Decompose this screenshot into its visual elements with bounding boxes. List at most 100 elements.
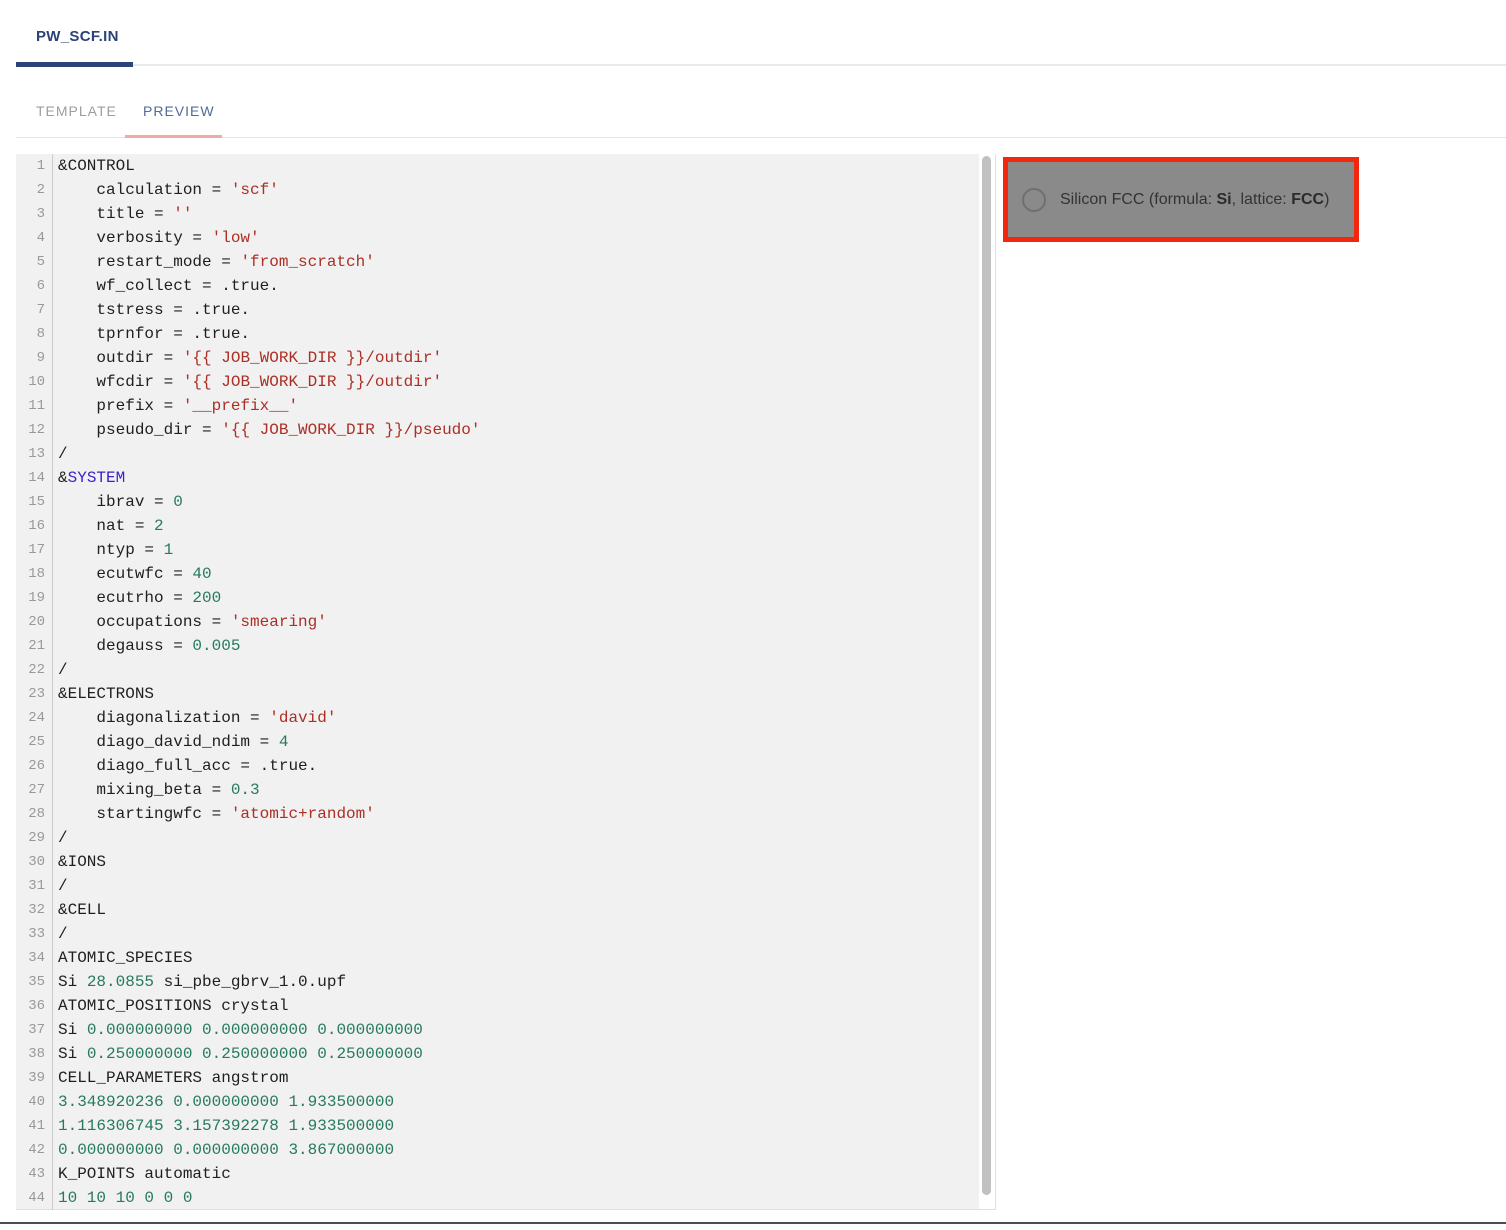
code-text: CELL_PARAMETERS angstrom [53, 1066, 288, 1090]
code-text: ecutwfc = 40 [53, 562, 212, 586]
code-text: title = '' [53, 202, 192, 226]
code-line: 7 tstress = .true. [16, 298, 980, 322]
line-number: 33 [16, 922, 53, 946]
code-line: 32&CELL [16, 898, 980, 922]
line-number: 34 [16, 946, 53, 970]
code-lines: 1&CONTROL2 calculation = 'scf'3 title = … [16, 154, 980, 1210]
line-number: 29 [16, 826, 53, 850]
line-number: 28 [16, 802, 53, 826]
code-line: 5 restart_mode = 'from_scratch' [16, 250, 980, 274]
line-number: 19 [16, 586, 53, 610]
code-line: 1&CONTROL [16, 154, 980, 178]
line-number: 32 [16, 898, 53, 922]
code-text: / [53, 922, 68, 946]
code-line: 15 ibrav = 0 [16, 490, 980, 514]
material-option-silicon-fcc[interactable]: Silicon FCC (formula: Si, lattice: FCC) [1003, 157, 1359, 242]
code-line: 20 occupations = 'smearing' [16, 610, 980, 634]
code-text: Si 28.0855 si_pbe_gbrv_1.0.upf [53, 970, 346, 994]
line-number: 4 [16, 226, 53, 250]
code-line: 43K_POINTS automatic [16, 1162, 980, 1186]
line-number: 1 [16, 154, 53, 178]
scrollbar-thumb[interactable] [982, 156, 991, 1195]
material-name: Silicon FCC [1060, 191, 1144, 208]
code-text: degauss = 0.005 [53, 634, 240, 658]
code-text: wfcdir = '{{ JOB_WORK_DIR }}/outdir' [53, 370, 442, 394]
code-preview-panel: 1&CONTROL2 calculation = 'scf'3 title = … [16, 154, 996, 1210]
code-text: &IONS [53, 850, 106, 874]
code-line: 38Si 0.250000000 0.250000000 0.250000000 [16, 1042, 980, 1066]
code-text: diagonalization = 'david' [53, 706, 336, 730]
line-number: 16 [16, 514, 53, 538]
code-text: diago_david_ndim = 4 [53, 730, 288, 754]
code-text: &ELECTRONS [53, 682, 154, 706]
code-text: 1.116306745 3.157392278 1.933500000 [53, 1114, 394, 1138]
code-line: 13/ [16, 442, 980, 466]
code-line: 9 outdir = '{{ JOB_WORK_DIR }}/outdir' [16, 346, 980, 370]
code-line: 403.348920236 0.000000000 1.933500000 [16, 1090, 980, 1114]
line-number: 13 [16, 442, 53, 466]
code-line: 411.116306745 3.157392278 1.933500000 [16, 1114, 980, 1138]
code-text: &CELL [53, 898, 106, 922]
line-number: 41 [16, 1114, 53, 1138]
code-line: 8 tprnfor = .true. [16, 322, 980, 346]
code-text: startingwfc = 'atomic+random' [53, 802, 375, 826]
code-line: 22/ [16, 658, 980, 682]
scrollbar-track[interactable] [979, 154, 995, 1209]
line-number: 23 [16, 682, 53, 706]
line-number: 14 [16, 466, 53, 490]
code-text: ibrav = 0 [53, 490, 183, 514]
code-line: 29/ [16, 826, 980, 850]
code-line: 21 degauss = 0.005 [16, 634, 980, 658]
line-number: 24 [16, 706, 53, 730]
tab-active-indicator [125, 135, 222, 138]
code-text: / [53, 442, 68, 466]
code-line: 18 ecutwfc = 40 [16, 562, 980, 586]
code-text: &SYSTEM [53, 466, 125, 490]
code-line: 28 startingwfc = 'atomic+random' [16, 802, 980, 826]
title-divider [133, 64, 1506, 66]
code-text: calculation = 'scf' [53, 178, 279, 202]
tab-template[interactable]: TEMPLATE [36, 103, 117, 119]
line-number: 15 [16, 490, 53, 514]
code-line: 19 ecutrho = 200 [16, 586, 980, 610]
line-number: 20 [16, 610, 53, 634]
code-line: 35Si 28.0855 si_pbe_gbrv_1.0.upf [16, 970, 980, 994]
code-text: 10 10 10 0 0 0 [53, 1186, 192, 1210]
code-text: 3.348920236 0.000000000 1.933500000 [53, 1090, 394, 1114]
line-number: 6 [16, 274, 53, 298]
code-line: 420.000000000 0.000000000 3.867000000 [16, 1138, 980, 1162]
line-number: 22 [16, 658, 53, 682]
code-line: 16 nat = 2 [16, 514, 980, 538]
code-line: 36ATOMIC_POSITIONS crystal [16, 994, 980, 1018]
line-number: 5 [16, 250, 53, 274]
line-number: 42 [16, 1138, 53, 1162]
code-text: pseudo_dir = '{{ JOB_WORK_DIR }}/pseudo' [53, 418, 480, 442]
code-text: Si 0.250000000 0.250000000 0.250000000 [53, 1042, 423, 1066]
code-line: 17 ntyp = 1 [16, 538, 980, 562]
code-line: 4410 10 10 0 0 0 [16, 1186, 980, 1210]
code-line: 14&SYSTEM [16, 466, 980, 490]
code-line: 25 diago_david_ndim = 4 [16, 730, 980, 754]
line-number: 36 [16, 994, 53, 1018]
line-number: 12 [16, 418, 53, 442]
code-text: ecutrho = 200 [53, 586, 221, 610]
code-text: tstress = .true. [53, 298, 250, 322]
code-line: 2 calculation = 'scf' [16, 178, 980, 202]
line-number: 37 [16, 1018, 53, 1042]
tab-preview[interactable]: PREVIEW [143, 103, 215, 119]
line-number: 40 [16, 1090, 53, 1114]
material-option-label: Silicon FCC (formula: Si, lattice: FCC) [1060, 191, 1329, 209]
code-text: K_POINTS automatic [53, 1162, 231, 1186]
material-meta-open: (formula: [1144, 191, 1216, 208]
code-text: wf_collect = .true. [53, 274, 279, 298]
code-text: ATOMIC_SPECIES [53, 946, 192, 970]
code-text: prefix = '__prefix__' [53, 394, 298, 418]
code-text: 0.000000000 0.000000000 3.867000000 [53, 1138, 394, 1162]
code-line: 39CELL_PARAMETERS angstrom [16, 1066, 980, 1090]
line-number: 25 [16, 730, 53, 754]
code-line: 23&ELECTRONS [16, 682, 980, 706]
line-number: 21 [16, 634, 53, 658]
material-meta-close: ) [1324, 191, 1329, 208]
radio-button-icon[interactable] [1022, 188, 1046, 212]
title-active-underline [16, 62, 133, 67]
